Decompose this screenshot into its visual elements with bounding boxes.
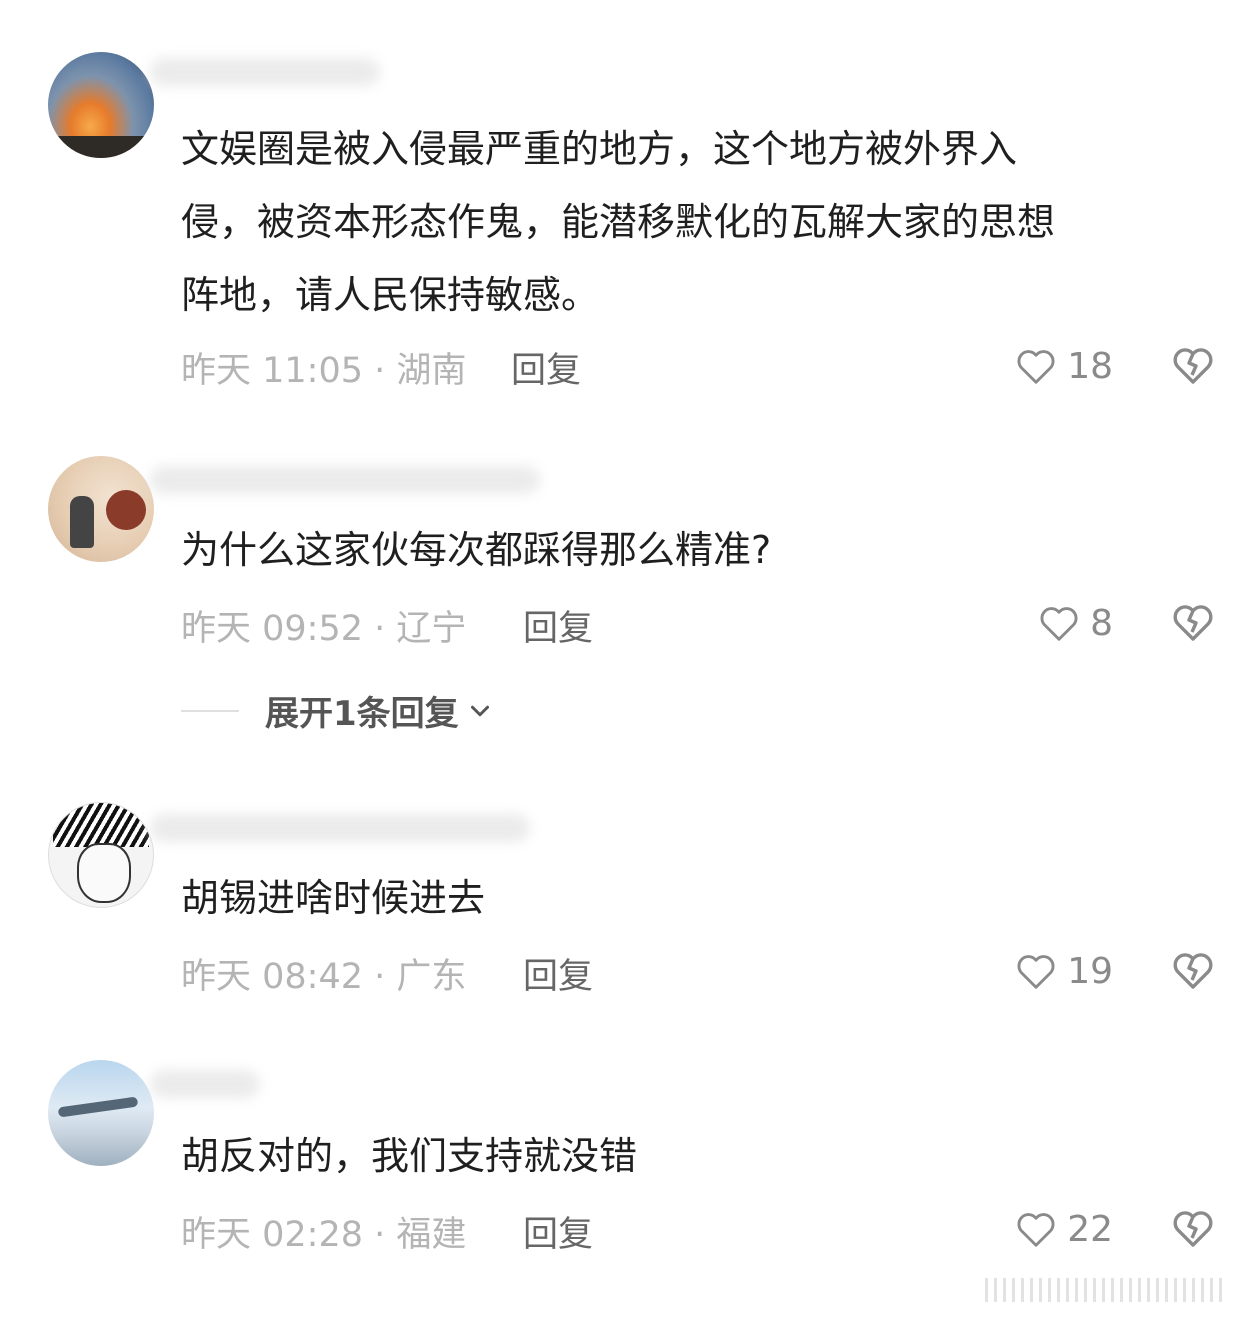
comment-item: 胡反对的，我们支持就没错 昨天 02:28 · 福建 回复 22 (0, 0, 1235, 1300)
watermark (985, 1278, 1225, 1302)
avatar[interactable] (48, 1060, 154, 1166)
comment-meta: 昨天 02:28 · 福建 (181, 1215, 467, 1255)
reply-button[interactable]: 回复 (523, 1206, 593, 1257)
username-blurred[interactable] (150, 1070, 260, 1098)
like-count: 22 (1067, 1208, 1113, 1250)
heart-outline-icon (1017, 1213, 1055, 1247)
broken-heart-icon[interactable] (1169, 1204, 1217, 1252)
comment-text: 胡反对的，我们支持就没错 (181, 1134, 638, 1178)
like-button[interactable]: 22 (1013, 1203, 1113, 1255)
